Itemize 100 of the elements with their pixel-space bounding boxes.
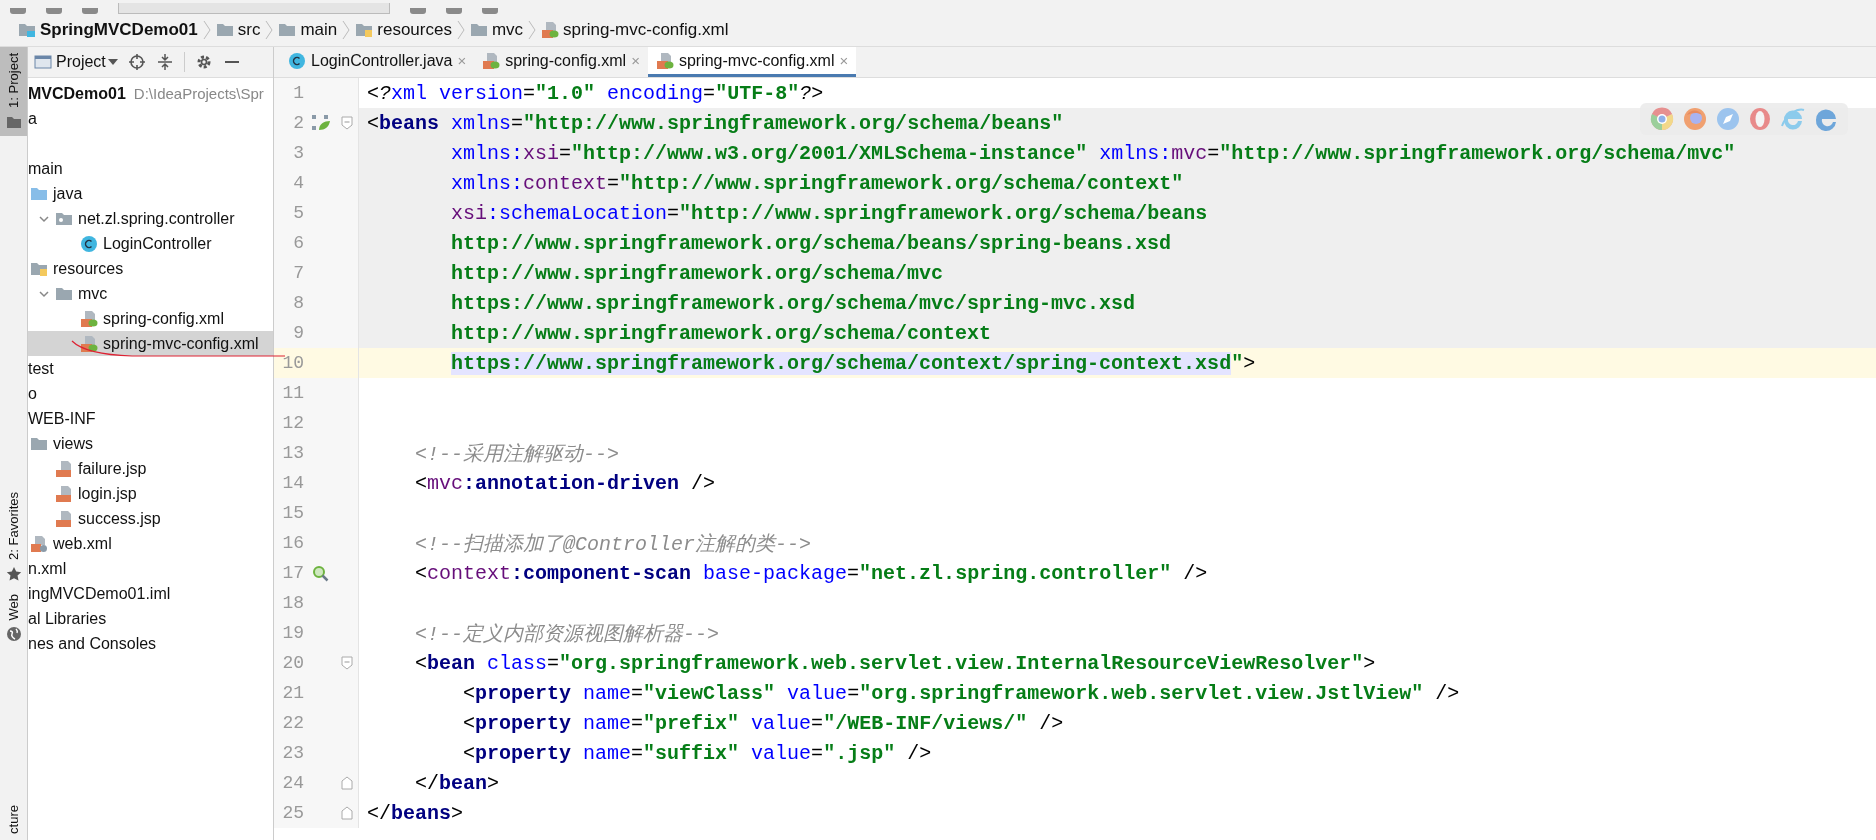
collapse-icon[interactable] xyxy=(155,53,174,71)
code-line: </bean> xyxy=(414,771,500,795)
xml-file-icon xyxy=(655,51,674,70)
code-line: <?xml version="1.0" encoding="UTF-8"?> xyxy=(367,81,824,105)
line-number: 6 xyxy=(292,233,304,253)
browser-icon[interactable] xyxy=(1779,106,1806,132)
folder-icon xyxy=(18,21,36,39)
jsp-file-icon xyxy=(55,459,73,478)
line-number: 2 xyxy=(292,113,304,133)
code-line: https://www.springframework.org/schema/context/spring-context.xsd"> xyxy=(451,351,1256,375)
code-line: <context:component-scan base-package="net.zl.spring.controller" /> xyxy=(414,561,1208,585)
crosshair-icon[interactable] xyxy=(127,53,146,71)
tree-item[interactable]: al Libraries xyxy=(28,606,273,631)
code-line: <property name="viewClass" value="org.springframework.web.servlet.view.JstlView" /> xyxy=(462,681,1460,705)
toolbar-icon[interactable] xyxy=(482,8,498,14)
toolbar-icon[interactable] xyxy=(82,8,98,14)
code-line: xmlns:context="http://www.springframework.org/schema/context" xyxy=(451,171,1184,195)
toolbar-icon[interactable] xyxy=(10,8,26,14)
tree-item[interactable]: login.jsp xyxy=(28,481,273,506)
bean-gutter-icon[interactable] xyxy=(311,114,331,132)
editor-tab[interactable]: spring-mvc-config.xml × xyxy=(647,47,857,77)
xml-file-icon xyxy=(482,51,501,70)
breadcrumb-item[interactable]: resources xyxy=(377,20,452,40)
breadcrumb-item[interactable]: src xyxy=(237,20,261,40)
tree-item[interactable]: failure.jsp xyxy=(28,456,273,481)
code-line: <property name="prefix" value="/WEB-INF/views/" /> xyxy=(462,711,1064,735)
line-number: 1 xyxy=(292,83,304,103)
breadcrumb-item[interactable]: SpringMVCDemo01 xyxy=(40,20,198,40)
code-line: <mvc:annotation-driven /> xyxy=(414,471,716,495)
tree-item[interactable]: success.jsp xyxy=(28,506,273,531)
chevron-icon xyxy=(342,19,351,41)
code-line: https://www.springframework.org/schema/mvc/spring-mvc.xsd xyxy=(451,291,1136,315)
browser-icon[interactable] xyxy=(1649,106,1676,132)
line-number: 4 xyxy=(292,173,304,193)
xml-file-icon xyxy=(541,21,560,39)
tree-item[interactable]: a xyxy=(28,106,273,131)
line-number: 19 xyxy=(281,623,304,643)
tree-item[interactable]: nes and Consoles xyxy=(28,631,273,656)
breadcrumb-item[interactable]: main xyxy=(300,20,338,40)
toolbar-icon[interactable] xyxy=(46,8,62,14)
xml-file-icon xyxy=(80,309,98,328)
xml-file-icon xyxy=(80,334,98,353)
toolbar-icon[interactable] xyxy=(410,8,426,14)
line-number: 20 xyxy=(281,653,304,673)
tree-item[interactable]: java xyxy=(28,181,273,206)
tree-item[interactable]: spring-config.xml xyxy=(28,306,273,331)
line-number: 13 xyxy=(281,443,304,463)
editor-tab[interactable]: spring-config.xml × xyxy=(474,47,648,77)
browser-icon[interactable] xyxy=(1682,106,1708,132)
fold-icon[interactable] xyxy=(341,656,353,670)
line-number: 25 xyxy=(281,803,304,823)
project-view-dropdown[interactable]: Project xyxy=(56,53,118,71)
search-gutter-icon[interactable] xyxy=(311,564,331,582)
code-line: <bean class="org.springframework.web.servlet.view.InternalResourceViewResolver"> xyxy=(414,651,1376,675)
tree-item[interactable]: MVCDemo01 D:\IdeaProjects\Spr xyxy=(28,81,273,106)
folder-icon xyxy=(278,21,297,39)
tree-item[interactable]: LoginController xyxy=(28,231,273,256)
line-number: 14 xyxy=(281,473,304,493)
jsp-file-icon xyxy=(55,509,73,528)
tree-item[interactable]: resources xyxy=(28,256,273,281)
tree-item[interactable]: o xyxy=(28,381,273,406)
line-number: 23 xyxy=(281,743,304,763)
folder-icon xyxy=(355,21,374,39)
tree-item[interactable]: web.xml xyxy=(28,531,273,556)
fold-icon[interactable] xyxy=(341,116,353,130)
tool-window-button[interactable]: Web xyxy=(0,587,27,649)
code-line: xmlns:xsi="http://www.w3.org/2001/XMLSchema-instance" xmlns:mvc="http://www.springframework.org/schema/mvc" xyxy=(451,141,1736,165)
jsp-file-icon xyxy=(55,484,73,503)
fold-icon[interactable] xyxy=(341,776,353,790)
fold-icon[interactable] xyxy=(341,806,353,820)
line-number: 10 xyxy=(281,353,304,373)
tree-item[interactable]: n.xml xyxy=(28,556,273,581)
line-number: 8 xyxy=(292,293,304,313)
compass-icon[interactable] xyxy=(1714,106,1741,132)
caret-icon xyxy=(107,58,118,66)
breadcrumb-item[interactable]: mvc xyxy=(491,20,524,40)
tree-item[interactable]: test xyxy=(28,356,273,381)
tree-item[interactable]: WEB-INF xyxy=(28,406,273,431)
project-path: D:\IdeaProjects\Spr xyxy=(133,85,264,102)
tree-item[interactable]: views xyxy=(28,431,273,456)
tool-window-button[interactable]: 2: Favorites xyxy=(0,485,27,588)
tool-window-button[interactable]: 1: Project xyxy=(0,47,27,136)
editor-tab[interactable]: LoginController.java × xyxy=(280,47,475,77)
chevron-icon xyxy=(265,19,274,41)
code-line: http://www.springframework.org/schema/mvc xyxy=(451,261,944,285)
toolbar-icon[interactable] xyxy=(446,8,462,14)
tree-item[interactable]: spring-mvc-config.xml xyxy=(28,331,273,356)
code-line: http://www.springframework.org/schema/beans/spring-beans.xsd xyxy=(451,231,1172,255)
tool-window-button[interactable]: cture xyxy=(0,799,27,840)
breadcrumb-item[interactable]: spring-mvc-config.xml xyxy=(563,20,729,40)
line-number: 15 xyxy=(281,503,304,523)
tree-item[interactable]: net.zl.spring.controller xyxy=(28,206,273,231)
tree-item[interactable]: mvc xyxy=(28,281,273,306)
code-line: <!--采用注解驱动--> xyxy=(414,441,620,467)
line-number: 24 xyxy=(281,773,304,793)
code-line: <!--扫描添加了@Controller注解的类--> xyxy=(414,531,812,557)
tree-item[interactable]: main xyxy=(28,156,273,181)
tree-item[interactable]: ingMVCDemo01.iml xyxy=(28,581,273,606)
line-number: 16 xyxy=(281,533,304,553)
line-number: 12 xyxy=(281,413,304,433)
